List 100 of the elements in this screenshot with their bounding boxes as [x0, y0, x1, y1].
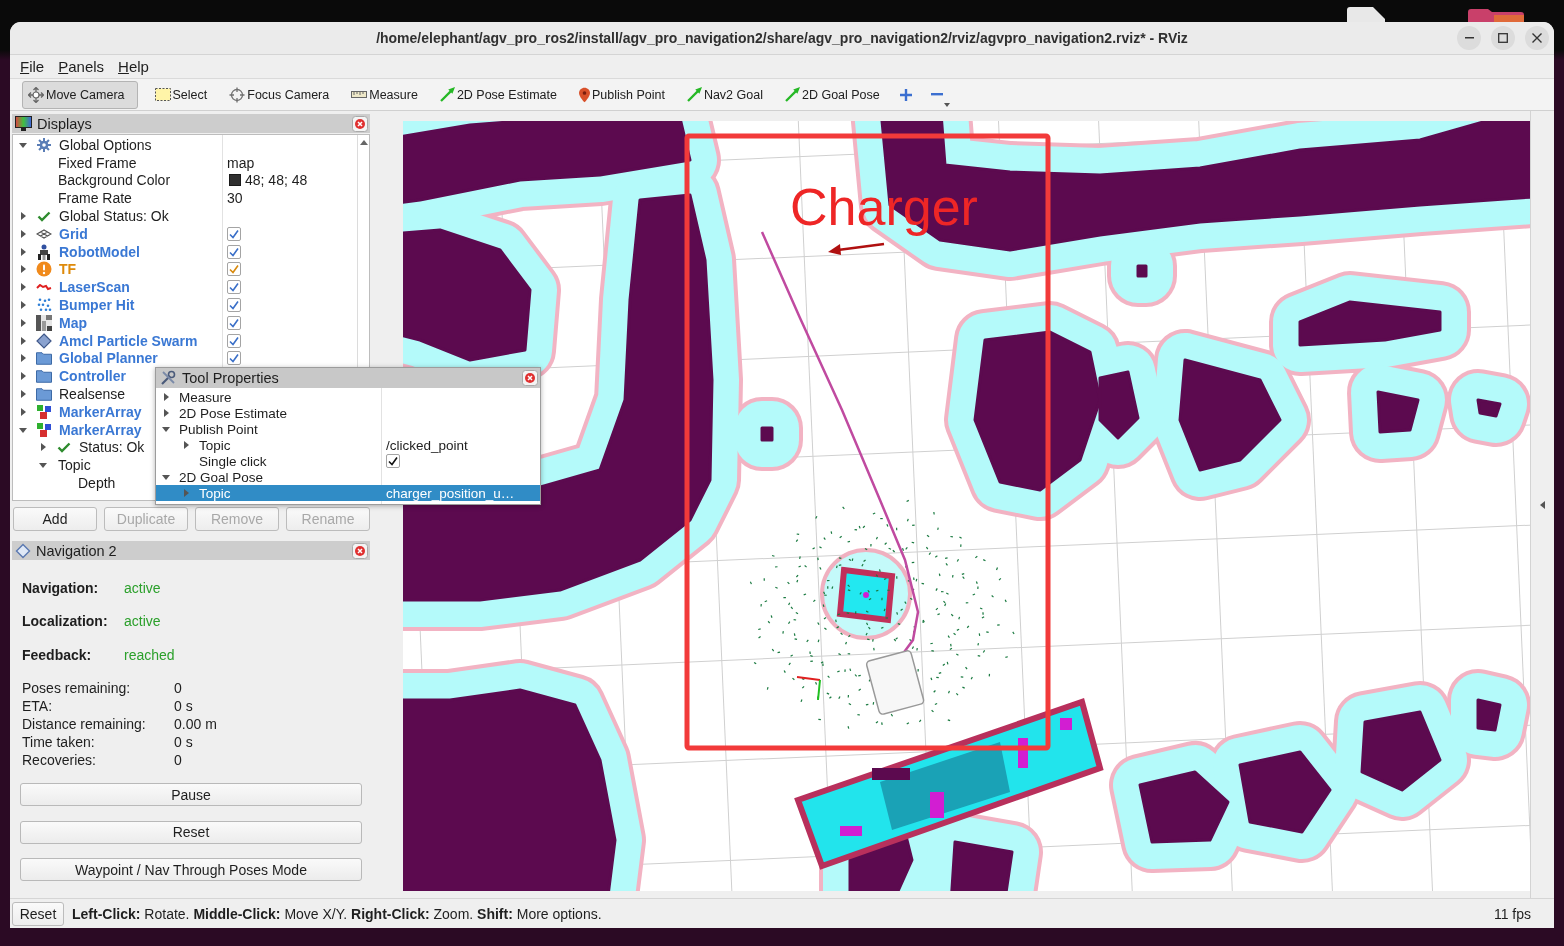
tree-item[interactable]: Topic: [58, 457, 91, 474]
tree-item[interactable]: Grid: [59, 225, 88, 242]
checkbox[interactable]: [227, 333, 241, 348]
menu-item[interactable]: Panels: [51, 58, 112, 75]
minimize-button[interactable]: [1457, 26, 1481, 50]
close-icon: [352, 542, 368, 559]
close-panel-button[interactable]: [352, 542, 368, 559]
tree-item[interactable]: 2D Goal Pose: [179, 469, 264, 485]
tool-button[interactable]: Nav2 Goal: [680, 80, 768, 109]
caret-icon[interactable]: [19, 336, 27, 345]
ruler-icon: [351, 91, 368, 98]
stat-label: ETA:: [22, 698, 54, 715]
close-panel-button[interactable]: [352, 115, 368, 132]
checkbox[interactable]: [227, 298, 241, 313]
caret-icon[interactable]: [19, 354, 27, 363]
warning-icon: [36, 261, 52, 278]
close-icon: [352, 115, 368, 132]
close-icon: [1532, 33, 1542, 43]
status-label: Localization:: [22, 613, 109, 630]
caret-icon[interactable]: [39, 461, 47, 470]
tool-button[interactable]: Select: [148, 80, 213, 109]
checkbox[interactable]: [227, 262, 241, 277]
folder-icon[interactable]: [1468, 9, 1524, 22]
panel-button[interactable]: Add: [13, 507, 97, 531]
tool-button[interactable]: Measure: [345, 80, 423, 109]
caret-icon[interactable]: [19, 372, 27, 381]
tree-item[interactable]: 2D Pose Estimate: [179, 405, 288, 421]
annotation-arrow: [828, 242, 885, 255]
close-panel-button[interactable]: [522, 370, 538, 386]
nav-button[interactable]: Waypoint / Nav Through Poses Mode: [20, 858, 362, 882]
tree-item[interactable]: Map: [59, 314, 87, 331]
selection-box-icon: [154, 88, 171, 101]
tree-item[interactable]: Bumper Hit: [59, 297, 135, 314]
tool-button[interactable]: Publish Point: [572, 80, 670, 109]
close-button[interactable]: [1525, 26, 1549, 50]
caret-icon[interactable]: [19, 247, 27, 256]
tree-item[interactable]: Global Planner: [59, 350, 158, 367]
tool-button[interactable]: 2D Goal Pose: [778, 80, 885, 109]
caret-icon[interactable]: [182, 441, 190, 449]
caret-icon[interactable]: [162, 393, 170, 401]
tool-button[interactable]: 2D Pose Estimate: [433, 80, 562, 109]
tree-item[interactable]: Publish Point: [179, 421, 258, 437]
caret-icon[interactable]: [1540, 500, 1545, 509]
caret-icon[interactable]: [19, 390, 27, 399]
checkbox[interactable]: [227, 351, 241, 366]
tree-item[interactable]: Status: Ok: [79, 439, 145, 456]
caret-icon[interactable]: [19, 212, 27, 221]
status-label: Navigation:: [22, 579, 100, 596]
property-value: 30: [227, 190, 243, 207]
tool-button[interactable]: Focus Camera: [223, 80, 335, 109]
caret-icon[interactable]: [162, 473, 170, 481]
caret-icon[interactable]: [19, 283, 27, 292]
tree-item[interactable]: Background Color: [58, 172, 171, 189]
caret-icon[interactable]: [19, 318, 27, 327]
caret-icon[interactable]: [19, 229, 27, 238]
stat-label: Time taken:: [22, 733, 96, 750]
document-icon[interactable]: [1345, 7, 1387, 22]
stat-value: 0: [174, 751, 183, 768]
nav-button[interactable]: Pause: [20, 783, 362, 807]
checker-icon: [36, 314, 52, 331]
tree-item[interactable]: MarkerArray: [59, 421, 142, 438]
pin-icon: [578, 86, 590, 103]
tree-item[interactable]: Controller: [59, 368, 126, 385]
caret-icon[interactable]: [19, 265, 27, 274]
tree-item[interactable]: MarkerArray: [59, 403, 142, 420]
tree-item[interactable]: LaserScan: [59, 279, 130, 296]
maximize-button[interactable]: [1491, 26, 1515, 50]
checkbox[interactable]: [227, 315, 241, 330]
tree-item[interactable]: RobotModel: [59, 243, 140, 260]
tree-item[interactable]: Global Options: [59, 136, 152, 153]
tool-button[interactable]: Move Camera: [22, 80, 138, 109]
caret-icon[interactable]: [162, 425, 170, 433]
tree-item[interactable]: Depth: [78, 475, 116, 492]
reset-button[interactable]: Reset: [12, 901, 64, 926]
close-icon: [522, 370, 538, 386]
checkbox[interactable]: [227, 280, 241, 295]
help-text: Left-Click: Rotate. Middle-Click: Move X/Y. Right-Click: Zoom. Shift: More options.: [72, 905, 602, 922]
tree-item[interactable]: Realsense: [59, 386, 126, 403]
caret-icon[interactable]: [39, 443, 47, 452]
checkbox[interactable]: [227, 244, 241, 259]
tree-item[interactable]: Amcl Particle Swarm: [59, 332, 198, 349]
tree-item[interactable]: Topic: [199, 437, 231, 453]
caret-icon[interactable]: [19, 407, 27, 416]
caret-icon[interactable]: [19, 425, 27, 434]
tree-item[interactable]: Global Status: Ok: [59, 208, 169, 225]
tree-item[interactable]: Measure: [179, 389, 232, 405]
menu-item[interactable]: Help: [111, 58, 156, 75]
menu-item[interactable]: File: [13, 58, 52, 75]
scan-line-icon: [36, 283, 52, 291]
tree-item[interactable]: Topic: [199, 485, 231, 501]
checkbox[interactable]: [227, 226, 241, 241]
tree-item[interactable]: Single click: [199, 453, 267, 469]
tree-item[interactable]: Frame Rate: [58, 190, 132, 207]
caret-icon[interactable]: [19, 301, 27, 310]
nav-button[interactable]: Reset: [20, 821, 362, 844]
tree-item[interactable]: Fixed Frame: [58, 154, 137, 171]
caret-icon[interactable]: [162, 409, 170, 417]
checkbox[interactable]: [386, 454, 400, 468]
caret-icon[interactable]: [19, 140, 27, 149]
caret-icon[interactable]: [359, 140, 368, 145]
